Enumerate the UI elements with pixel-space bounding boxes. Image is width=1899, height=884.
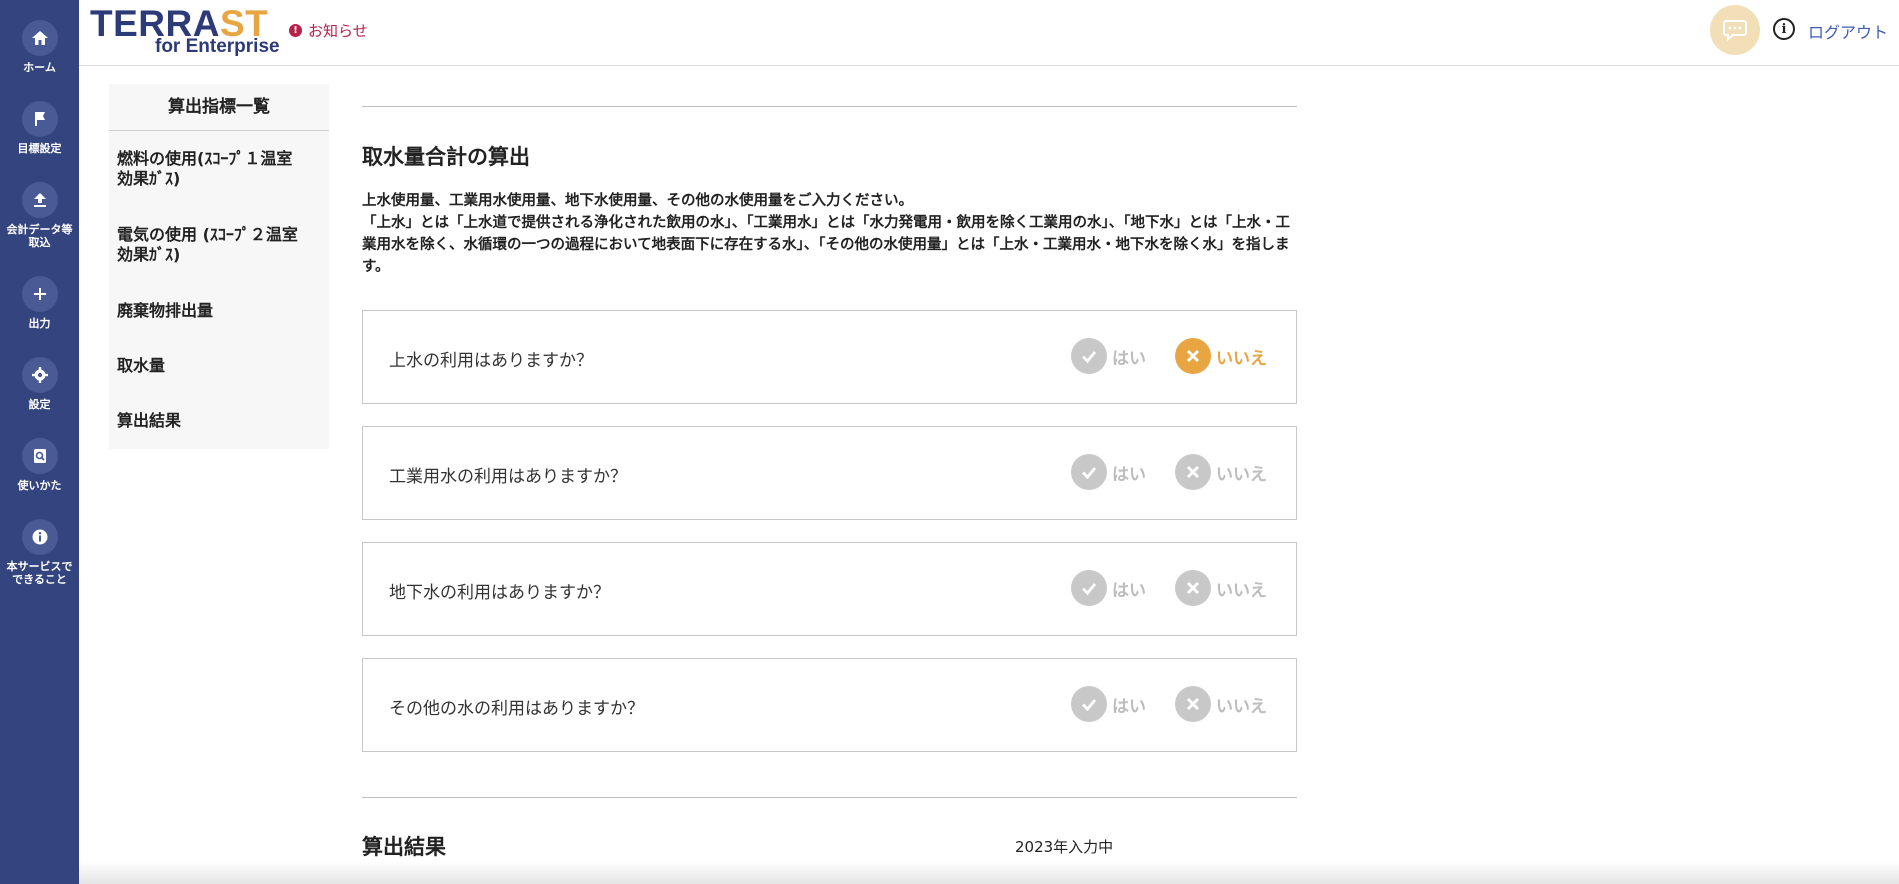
terrast-logo[interactable]: TERRAST for Enterprise: [90, 5, 280, 58]
divider-top: [362, 106, 1297, 107]
indicator-index-panel: 算出指標一覧 燃料の使用(ｽｺｰﾌﾟ１温室 効果ｶﾞｽ) 電気の使用 (ｽｺｰﾌ…: [109, 84, 329, 449]
check-icon: [1071, 454, 1107, 490]
index-item-waste[interactable]: 廃棄物排出量: [117, 301, 322, 321]
close-icon: [1175, 686, 1211, 722]
chat-icon: [1723, 20, 1747, 42]
divider-bottom: [362, 797, 1297, 798]
nav-label-home: ホーム: [23, 61, 56, 74]
input-year-status: 2023年入力中: [1015, 838, 1114, 856]
nav-item-home[interactable]: ホーム: [0, 20, 79, 74]
left-nav: ホーム 目標設定 会計データ等 取込 出力 設定 使いかた 本サービスで できる…: [0, 0, 79, 884]
description-line-2: 「上水」とは「上水道で提供される浄化された飲用の水」、「工業用水」とは「水力発電…: [362, 215, 1290, 275]
no-option[interactable]: いいえ: [1175, 338, 1267, 374]
nav-label-import: 会計データ等 取込: [6, 223, 73, 249]
no-label: いいえ: [1216, 580, 1267, 601]
info-icon: [21, 519, 58, 555]
nav-label-about: 本サービスで できること: [6, 560, 73, 586]
no-label: いいえ: [1216, 348, 1267, 369]
question-card-groundwater: 地下水の利用はありますか？ はい いいえ: [362, 542, 1297, 636]
yes-option[interactable]: はい: [1071, 338, 1146, 374]
guide-search-icon: [21, 438, 58, 474]
yes-option[interactable]: はい: [1071, 570, 1146, 606]
nav-label-settings: 設定: [28, 398, 51, 411]
yes-label: はい: [1112, 464, 1146, 485]
yes-label: はい: [1112, 696, 1146, 717]
close-icon: [1175, 570, 1211, 606]
section-description: 上水使用量、工業用水使用量、地下水使用量、その他の水使用量をご入力ください。 「…: [362, 190, 1297, 278]
help-info-icon[interactable]: i: [1773, 18, 1795, 40]
yes-option[interactable]: はい: [1071, 454, 1146, 490]
no-label: いいえ: [1216, 464, 1267, 485]
scroll-fade: [79, 862, 1899, 884]
nav-item-about[interactable]: 本サービスで できること: [0, 519, 79, 586]
check-icon: [1071, 338, 1107, 374]
no-option[interactable]: いいえ: [1175, 570, 1267, 606]
notice-label: お知らせ: [308, 22, 368, 40]
index-item-electricity[interactable]: 電気の使用 (ｽｺｰﾌﾟ２温室 効果ｶﾞｽ): [117, 225, 322, 265]
upload-icon: [21, 182, 58, 218]
question-text: 上水の利用はありますか？: [389, 351, 593, 371]
question-text: 地下水の利用はありますか？: [389, 583, 610, 603]
nav-item-output[interactable]: 出力: [0, 276, 79, 330]
no-option[interactable]: いいえ: [1175, 454, 1267, 490]
nav-label-output: 出力: [28, 317, 51, 330]
nav-item-settings[interactable]: 設定: [0, 357, 79, 411]
section-title-water: 取水量合計の算出: [362, 145, 530, 169]
description-line-1: 上水使用量、工業用水使用量、地下水使用量、その他の水使用量をご入力ください。: [362, 193, 913, 209]
alert-icon: !: [289, 24, 302, 37]
index-item-water-intake[interactable]: 取水量: [117, 356, 322, 376]
question-text: 工業用水の利用はありますか？: [389, 467, 627, 487]
nav-label-guide: 使いかた: [17, 479, 62, 492]
no-option[interactable]: いいえ: [1175, 686, 1267, 722]
nav-label-goal: 目標設定: [17, 142, 62, 155]
nav-item-import[interactable]: 会計データ等 取込: [0, 182, 79, 249]
top-header: TERRAST for Enterprise ! お知らせ i ログアウト: [79, 0, 1899, 66]
home-icon: [21, 20, 58, 56]
close-icon: [1175, 454, 1211, 490]
question-text: その他の水の利用はありますか？: [389, 699, 644, 719]
nav-item-guide[interactable]: 使いかた: [0, 438, 79, 492]
question-card-other-water: その他の水の利用はありますか？ はい いいえ: [362, 658, 1297, 752]
yes-label: はい: [1112, 348, 1146, 369]
check-icon: [1071, 570, 1107, 606]
no-label: いいえ: [1216, 696, 1267, 717]
logout-link[interactable]: ログアウト: [1808, 19, 1888, 43]
gear-icon: [21, 357, 58, 393]
close-icon: [1175, 338, 1211, 374]
nav-item-goal[interactable]: 目標設定: [0, 101, 79, 155]
question-card-tap-water: 上水の利用はありますか？ はい いいえ: [362, 310, 1297, 404]
index-item-fuel[interactable]: 燃料の使用(ｽｺｰﾌﾟ１温室 効果ｶﾞｽ): [117, 149, 322, 189]
notice-link[interactable]: ! お知らせ: [289, 20, 368, 41]
indicator-index-title: 算出指標一覧: [109, 84, 329, 131]
logo-subtitle: for Enterprise: [155, 36, 280, 57]
check-icon: [1071, 686, 1107, 722]
flag-icon: [21, 101, 58, 137]
index-item-result[interactable]: 算出結果: [117, 411, 322, 431]
yes-option[interactable]: はい: [1071, 686, 1146, 722]
yes-label: はい: [1112, 580, 1146, 601]
plus-icon: [21, 276, 58, 312]
chat-button[interactable]: [1710, 5, 1760, 55]
question-card-industrial-water: 工業用水の利用はありますか？ はい いいえ: [362, 426, 1297, 520]
section-title-result: 算出結果: [362, 835, 446, 859]
